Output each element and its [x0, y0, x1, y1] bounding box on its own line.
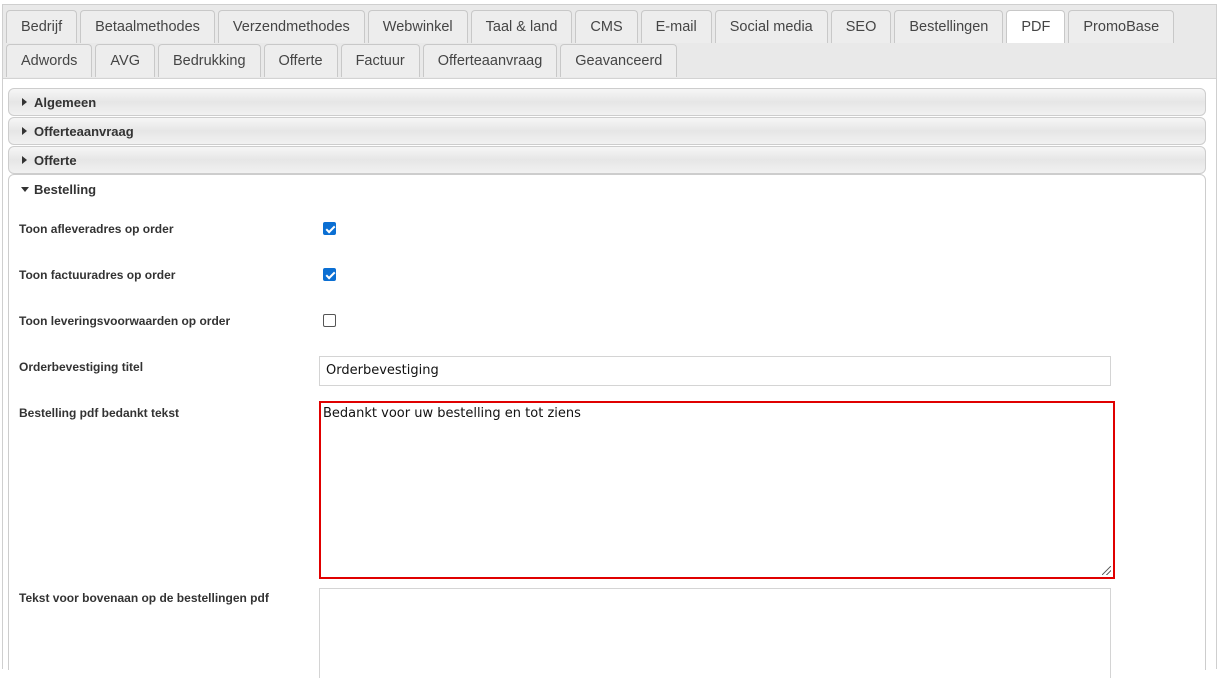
accordion-title: Offerte — [34, 153, 77, 168]
tab-webwinkel[interactable]: Webwinkel — [367, 10, 468, 43]
accordion-title: Algemeen — [34, 95, 97, 110]
tab-offerte[interactable]: Offerte — [263, 44, 338, 77]
caret-right-icon — [22, 98, 27, 106]
thank-you-text-textarea[interactable]: Bedankt voor uw bestelling en tot ziens — [319, 401, 1115, 579]
tab-offerteaanvraag[interactable]: Offerteaanvraag — [422, 44, 558, 77]
caret-right-icon — [22, 127, 27, 135]
accordion-title: Offerteaanvraag — [34, 124, 134, 139]
checkbox-show-delivery-address[interactable] — [323, 222, 336, 235]
label-top-text: Tekst voor bovenaan op de bestellingen p… — [19, 591, 269, 605]
tab-avg[interactable]: AVG — [95, 44, 155, 77]
order-confirmation-title-input[interactable]: Orderbevestiging — [319, 356, 1111, 386]
checkbox-show-invoice-address[interactable] — [323, 268, 336, 281]
tab-taal-land[interactable]: Taal & land — [470, 10, 573, 43]
accordion-title: Bestelling — [34, 182, 97, 197]
thank-you-text-value: Bedankt voor uw bestelling en tot ziens — [323, 406, 581, 421]
tab-row-2: Adwords AVG Bedrukking Offerte Factuur O… — [6, 44, 678, 77]
tab-promobase[interactable]: PromoBase — [1068, 10, 1175, 43]
accordion-offerteaanvraag[interactable]: Offerteaanvraag — [8, 117, 1206, 145]
label-show-delivery-address: Toon afleveradres op order — [19, 222, 174, 236]
tab-seo[interactable]: SEO — [830, 10, 892, 43]
tab-verzendmethodes[interactable]: Verzendmethodes — [217, 10, 365, 43]
tab-bar: Bedrijf Betaalmethodes Verzendmethodes W… — [3, 5, 1216, 79]
tab-e-mail[interactable]: E-mail — [640, 10, 712, 43]
caret-right-icon — [22, 156, 27, 164]
tab-social-media[interactable]: Social media — [714, 10, 828, 43]
label-thank-you-text: Bestelling pdf bedankt tekst — [19, 406, 180, 420]
bestelling-panel: Toon afleveradres op order Toon factuura… — [8, 200, 1206, 678]
tab-pdf[interactable]: PDF — [1006, 10, 1066, 43]
resize-handle-icon[interactable] — [1102, 566, 1111, 575]
tab-bestellingen[interactable]: Bestellingen — [894, 10, 1004, 43]
tab-factuur[interactable]: Factuur — [340, 44, 420, 77]
tab-bedrukking[interactable]: Bedrukking — [157, 44, 261, 77]
tab-bedrijf[interactable]: Bedrijf — [6, 10, 78, 43]
accordion-offerte[interactable]: Offerte — [8, 146, 1206, 174]
tab-row-1: Bedrijf Betaalmethodes Verzendmethodes W… — [6, 10, 1175, 43]
accordion-algemeen[interactable]: Algemeen — [8, 88, 1206, 116]
label-show-terms: Toon leveringsvoorwaarden op order — [19, 314, 231, 328]
label-order-confirmation-title: Orderbevestiging titel — [19, 360, 144, 374]
top-text-textarea[interactable] — [319, 588, 1111, 678]
checkbox-show-terms[interactable] — [323, 314, 336, 327]
label-show-invoice-address: Toon factuuradres op order — [19, 268, 176, 282]
tab-adwords[interactable]: Adwords — [6, 44, 93, 77]
caret-down-icon — [21, 187, 29, 192]
tab-cms[interactable]: CMS — [575, 10, 638, 43]
tab-geavanceerd[interactable]: Geavanceerd — [560, 44, 678, 77]
tab-betaalmethodes[interactable]: Betaalmethodes — [80, 10, 215, 43]
